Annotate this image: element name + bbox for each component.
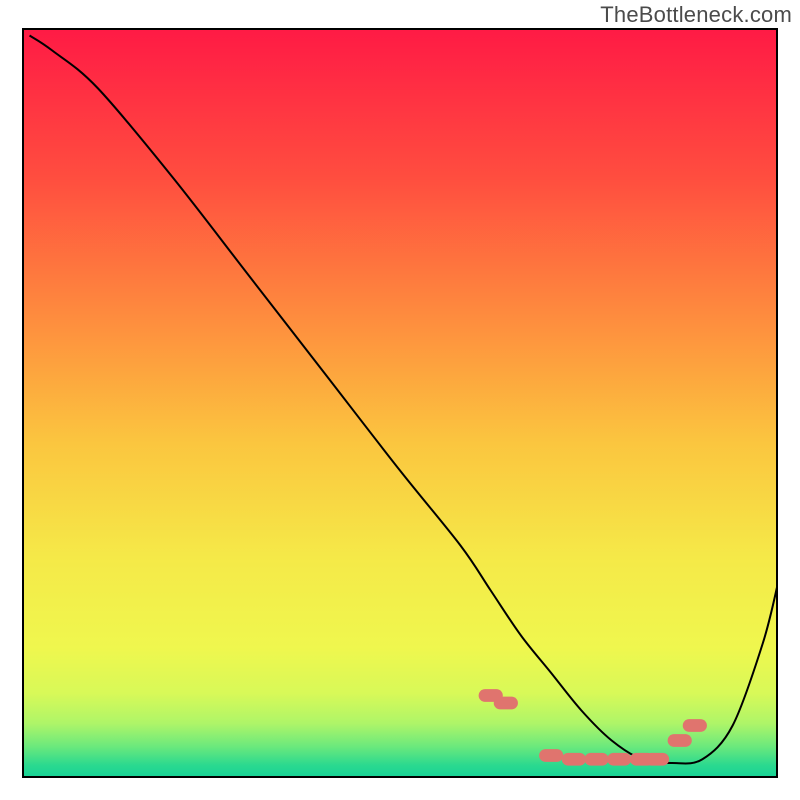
data-point [668,734,692,747]
data-point [683,719,707,732]
watermark-text: TheBottleneck.com [600,2,792,28]
points-group [479,689,707,766]
curve-path [30,36,778,764]
data-point [539,749,563,762]
plot-area [22,28,778,778]
data-point [584,753,608,766]
data-point [607,753,631,766]
chart-overlay [22,28,778,778]
data-point [494,697,518,710]
chart-frame: TheBottleneck.com [0,0,800,800]
data-point [562,753,586,766]
data-point [645,753,669,766]
